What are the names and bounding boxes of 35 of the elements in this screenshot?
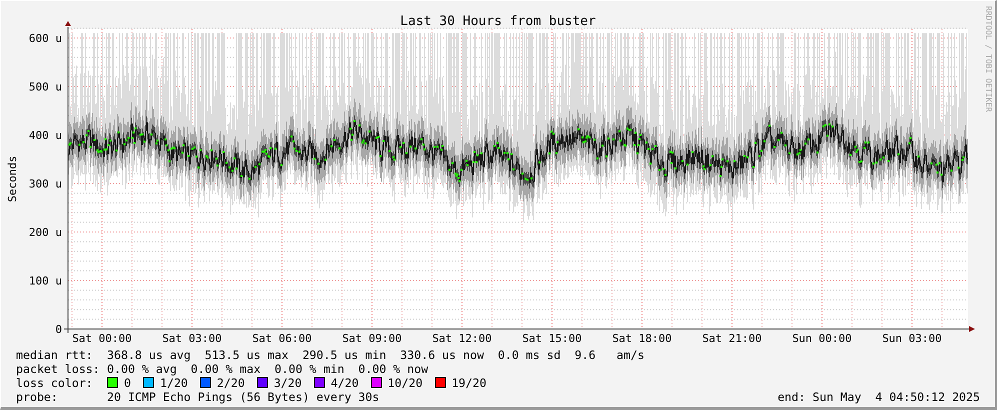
x-tick-label: Sat 15:00 [522, 332, 582, 345]
legend-text: 20 ICMP Echo Pings (56 Bytes) every 30s [107, 390, 380, 404]
legend-text: 3/20 [274, 376, 302, 390]
y-tick-label: 0 [55, 323, 62, 336]
x-tick-label: Sat 18:00 [612, 332, 672, 345]
x-tick-label: Sat 00:00 [72, 332, 132, 345]
x-tick-label: Sat 03:00 [162, 332, 222, 345]
x-tick-label: Sat 06:00 [252, 332, 312, 345]
legend-text: 19/20 [452, 376, 486, 390]
end-time: end: Sun May 4 04:50:12 2025 [778, 390, 980, 404]
x-tick-label: Sat 21:00 [702, 332, 762, 345]
legend-text: 4/20 [330, 376, 359, 390]
y-tick-label: 500 u [28, 80, 62, 94]
legend-text: 10/20 [388, 376, 423, 390]
x-tick-label: Sun 03:00 [882, 332, 942, 345]
y-tick-label: 100 u [28, 274, 62, 288]
legend-label: probe: [16, 390, 59, 404]
side-credit: RRDTOOL / TOBI OETIKER [984, 6, 993, 112]
y-tick-label: 400 u [28, 129, 62, 142]
legend-text: 0 [124, 376, 131, 390]
legend-label: loss color: [16, 376, 94, 390]
legend-label: packet loss: [16, 362, 101, 376]
legend-label: median rtt: [16, 348, 94, 362]
legend-text: 0.00 % avg 0.00 % max 0.00 % min 0.00 % now [107, 362, 428, 376]
axis-title: Seconds [6, 156, 19, 202]
y-tick-label: 600 u [28, 32, 62, 45]
legend-text: 368.8 us avg 513.5 us max 290.5 us min 330.6 us now 0.0 ms sd 9.6 am/s [107, 348, 644, 362]
legend-text: 1/20 [160, 376, 188, 390]
chart-title: Last 30 Hours from buster [400, 14, 596, 29]
x-tick-label: Sat 09:00 [342, 332, 402, 345]
legend-text: 2/20 [216, 376, 245, 390]
y-tick-label: 200 u [28, 226, 62, 239]
x-tick-label: Sun 00:00 [792, 332, 852, 345]
x-tick-label: Sat 12:00 [432, 332, 492, 345]
y-tick-label: 300 u [28, 178, 62, 190]
